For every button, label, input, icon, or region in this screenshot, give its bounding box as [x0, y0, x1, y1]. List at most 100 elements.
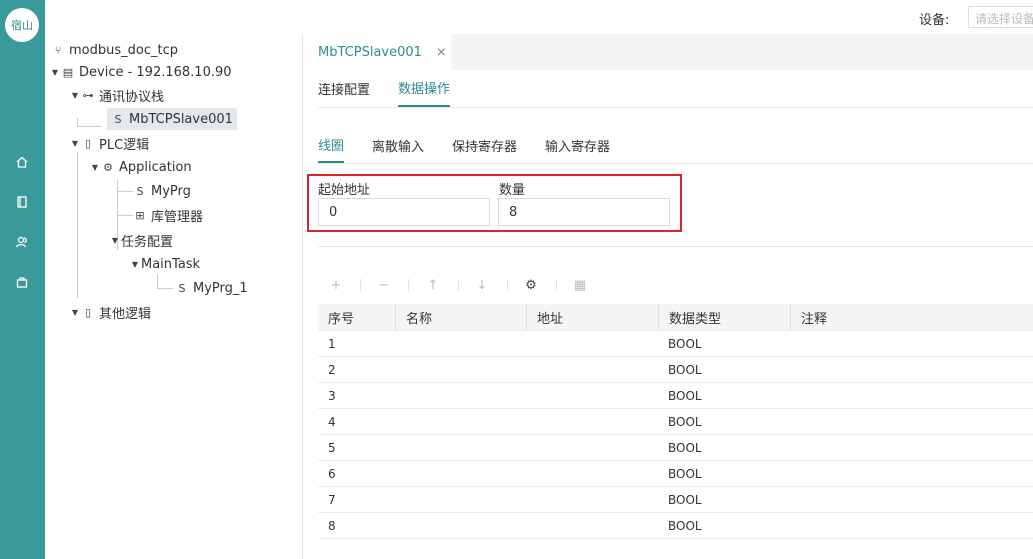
col-header-address[interactable]: 地址: [526, 304, 658, 330]
cell-comment[interactable]: [790, 383, 1033, 408]
cell-name[interactable]: [395, 513, 526, 538]
start-address-input[interactable]: 0: [318, 198, 490, 226]
caret-down-icon[interactable]: ▼: [69, 308, 81, 317]
cell-name[interactable]: [395, 487, 526, 512]
table-row[interactable]: 1 BOOL: [318, 331, 1033, 357]
s-icon: S: [114, 112, 122, 126]
cell-datatype[interactable]: BOOL: [658, 331, 790, 356]
cell-name[interactable]: [395, 357, 526, 382]
cell-name[interactable]: [395, 409, 526, 434]
table-row[interactable]: 3 BOOL: [318, 383, 1033, 409]
tab-holding-registers[interactable]: 保持寄存器: [452, 128, 517, 163]
caret-down-icon[interactable]: ▼: [109, 236, 121, 245]
col-header-datatype[interactable]: 数据类型: [658, 304, 790, 330]
doc-tab-mbtcpslave[interactable]: MbTCPSlave001 ×: [303, 34, 451, 70]
col-header-name[interactable]: 名称: [395, 304, 526, 330]
cell-datatype[interactable]: BOOL: [658, 357, 790, 382]
move-down-icon[interactable]: ↓: [472, 275, 492, 295]
tree-line: [117, 191, 133, 192]
cell-comment[interactable]: [790, 409, 1033, 434]
cell-datatype[interactable]: BOOL: [658, 383, 790, 408]
cell-index[interactable]: 8: [318, 513, 395, 538]
cell-index[interactable]: 1: [318, 331, 395, 356]
cell-name[interactable]: [395, 435, 526, 460]
table-icon[interactable]: ▦: [570, 275, 590, 295]
cell-address[interactable]: [526, 331, 658, 356]
caret-down-icon[interactable]: ▼: [49, 68, 61, 77]
caret-down-icon[interactable]: ▼: [69, 139, 81, 148]
device-select[interactable]: 请选择设备: [968, 6, 1033, 28]
cell-comment[interactable]: [790, 357, 1033, 382]
tree-item-device[interactable]: ▼ ▤ Device - 192.168.10.90: [49, 61, 232, 83]
table-row[interactable]: 8 BOOL: [318, 513, 1033, 539]
remove-icon[interactable]: −: [374, 275, 394, 295]
cell-datatype[interactable]: BOOL: [658, 409, 790, 434]
table-row[interactable]: 5 BOOL: [318, 435, 1033, 461]
col-header-comment[interactable]: 注释: [790, 304, 1033, 330]
tab-connection-config[interactable]: 连接配置: [318, 70, 370, 107]
tab-coils[interactable]: 线圈: [318, 128, 345, 163]
document-tabs: MbTCPSlave001 ×: [303, 34, 1033, 70]
table-row[interactable]: 6 BOOL: [318, 461, 1033, 487]
tree-item-library[interactable]: ⊞ 库管理器: [133, 204, 203, 226]
caret-down-icon[interactable]: ▼: [129, 260, 141, 269]
cell-comment[interactable]: [790, 487, 1033, 512]
cell-address[interactable]: [526, 357, 658, 382]
caret-down-icon[interactable]: ▼: [89, 163, 101, 172]
cell-index[interactable]: 6: [318, 461, 395, 486]
tree-line: [77, 118, 78, 126]
cell-index[interactable]: 5: [318, 435, 395, 460]
tab-discrete-inputs[interactable]: 离散输入: [372, 128, 424, 163]
table-row[interactable]: 4 BOOL: [318, 409, 1033, 435]
caret-down-icon[interactable]: ▼: [69, 91, 81, 100]
tab-input-registers[interactable]: 输入寄存器: [545, 128, 610, 163]
tree-item-slave[interactable]: S MbTCPSlave001: [107, 108, 237, 130]
cell-index[interactable]: 4: [318, 409, 395, 434]
tree-line: [117, 215, 133, 216]
cell-name[interactable]: [395, 461, 526, 486]
cell-address[interactable]: [526, 383, 658, 408]
data-table: 序号 名称 地址 数据类型 注释 1 BOOL 2 BOOL 3 BOOL 4 BOOL 5 BO…: [318, 304, 1033, 539]
tree-item-maintask[interactable]: ▼ MainTask: [129, 253, 200, 275]
cell-address[interactable]: [526, 409, 658, 434]
tree-item-application[interactable]: ▼ ⚙ Application: [89, 156, 192, 178]
cell-comment[interactable]: [790, 435, 1033, 460]
users-icon[interactable]: [13, 233, 31, 251]
cell-address[interactable]: [526, 513, 658, 538]
tree-item-myprg-1[interactable]: S MyPrg_1: [175, 277, 248, 299]
count-input[interactable]: 8: [498, 198, 670, 226]
cell-address[interactable]: [526, 487, 658, 512]
cell-address[interactable]: [526, 461, 658, 486]
cell-index[interactable]: 7: [318, 487, 395, 512]
cell-datatype[interactable]: BOOL: [658, 513, 790, 538]
bag-icon[interactable]: [13, 273, 31, 291]
cell-comment[interactable]: [790, 461, 1033, 486]
cell-comment[interactable]: [790, 331, 1033, 356]
book-icon[interactable]: [13, 193, 31, 211]
cell-datatype[interactable]: BOOL: [658, 487, 790, 512]
tree-item-other-logic[interactable]: ▼ ▯ 其他逻辑: [69, 301, 151, 323]
tree-item-task-config[interactable]: ▼ 任务配置: [109, 229, 173, 251]
close-icon[interactable]: ×: [436, 45, 447, 60]
tree-item-plc-logic[interactable]: ▼ ▯ PLC逻辑: [69, 132, 149, 154]
col-header-index[interactable]: 序号: [318, 304, 395, 330]
cell-address[interactable]: [526, 435, 658, 460]
cell-comment[interactable]: [790, 513, 1033, 538]
add-icon[interactable]: +: [326, 275, 346, 295]
table-row[interactable]: 2 BOOL: [318, 357, 1033, 383]
cell-name[interactable]: [395, 331, 526, 356]
cell-name[interactable]: [395, 383, 526, 408]
cell-index[interactable]: 3: [318, 383, 395, 408]
move-up-icon[interactable]: ↑: [423, 275, 443, 295]
tree-item-comm-stack[interactable]: ▼ ⊶ 通讯协议栈: [69, 84, 164, 106]
tree-item-project[interactable]: ⑂ modbus_doc_tcp: [51, 39, 178, 61]
cell-index[interactable]: 2: [318, 357, 395, 382]
cell-datatype[interactable]: BOOL: [658, 435, 790, 460]
tree-item-myprg[interactable]: S MyPrg: [133, 180, 191, 202]
home-icon[interactable]: [13, 153, 31, 171]
table-row[interactable]: 7 BOOL: [318, 487, 1033, 513]
settings-icon[interactable]: ⚙: [521, 275, 541, 295]
cell-datatype[interactable]: BOOL: [658, 461, 790, 486]
s-icon: S: [178, 281, 186, 295]
tab-data-operation[interactable]: 数据操作: [398, 70, 451, 107]
